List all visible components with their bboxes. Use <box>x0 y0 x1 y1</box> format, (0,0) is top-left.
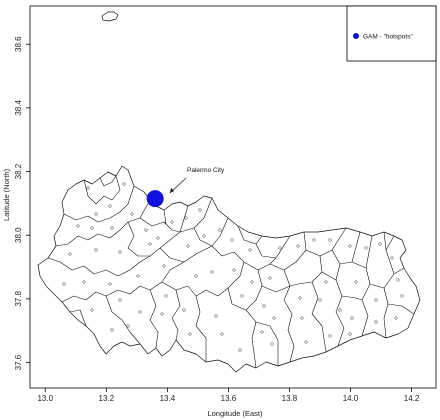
x-tick-label: 13.8 <box>282 394 298 403</box>
centroid-marker <box>164 294 168 298</box>
centroid-marker <box>182 308 186 312</box>
y-tick-label: 38.2 <box>14 163 23 179</box>
centroid-marker <box>110 328 114 332</box>
centroid-marker <box>82 280 86 284</box>
x-axis-title: Longitude (East) <box>207 409 263 418</box>
centroid-marker <box>348 332 352 336</box>
centroid-marker <box>118 298 122 302</box>
centroid-marker <box>214 314 218 318</box>
centroid-marker <box>354 280 358 284</box>
centroid-marker <box>278 246 282 250</box>
centroid-marker <box>130 212 134 216</box>
centroid-marker <box>148 242 152 246</box>
legend-label: GAM - "hotspots" <box>363 34 413 41</box>
x-tick-label: 13.6 <box>221 394 237 403</box>
legend-marker <box>353 33 359 39</box>
centroid-marker <box>296 244 300 248</box>
centroid-marker <box>76 224 80 228</box>
centroid-marker <box>122 182 126 186</box>
centroid-marker <box>394 316 398 320</box>
centroid-marker <box>400 294 404 298</box>
centroid-marker <box>300 316 304 320</box>
centroid-marker <box>396 278 400 282</box>
centroid-marker <box>86 186 90 190</box>
centroid-marker <box>160 312 164 316</box>
centroid-marker <box>108 204 112 208</box>
centroid-marker <box>312 238 316 242</box>
y-tick-label: 38.4 <box>14 100 23 116</box>
centroid-marker <box>126 324 130 328</box>
centroid-marker <box>348 244 352 248</box>
centroid-marker <box>374 298 378 302</box>
y-tick-label: 37.8 <box>14 291 23 307</box>
centroid-marker <box>378 242 382 246</box>
centroid-marker <box>118 250 122 254</box>
centroid-marker <box>218 228 222 232</box>
centroid-marker <box>304 340 308 344</box>
centroid-marker <box>186 244 190 248</box>
y-axis: 37.6 37.8 38.0 38.2 38.4 38.6 <box>14 36 30 370</box>
centroid-marker <box>138 310 142 314</box>
centroid-marker <box>338 308 342 312</box>
centroid-marker <box>90 226 94 230</box>
centroid-marker <box>210 270 214 274</box>
annotation-arrowhead <box>170 188 174 193</box>
centroid-marker <box>238 348 242 352</box>
centroid-marker <box>240 294 244 298</box>
centroid-marker <box>270 342 274 346</box>
centroid-marker <box>170 220 174 224</box>
x-tick-label: 14.0 <box>343 394 359 403</box>
centroid-marker <box>318 298 322 302</box>
y-tick-label: 37.6 <box>14 354 23 370</box>
island-ustica <box>101 11 119 22</box>
centroid-marker <box>110 226 114 230</box>
centroid-marker <box>298 296 302 300</box>
centroid-marker <box>94 212 98 216</box>
map-figure: 13.0 13.2 13.4 13.6 13.8 14.0 14.2 37.6 37.8 38.… <box>2 5 437 418</box>
x-tick-label: 13.4 <box>160 394 176 403</box>
centroid-marker <box>328 238 332 242</box>
centroid-marker <box>250 280 254 284</box>
centroid-marker <box>202 234 206 238</box>
x-axis: 13.0 13.2 13.4 13.6 13.8 14.0 14.2 <box>37 388 420 403</box>
centroid-marker <box>260 330 264 334</box>
centroid-marker <box>144 228 148 232</box>
centroid-marker <box>272 316 276 320</box>
centroid-marker <box>324 280 328 284</box>
centroid-marker <box>184 216 188 220</box>
x-tick-label: 13.0 <box>37 394 53 403</box>
y-axis-title: Latitude (North) <box>2 168 11 221</box>
centroid-marker <box>220 332 224 336</box>
y-tick-label: 38.6 <box>14 36 23 52</box>
centroid-marker <box>156 236 160 240</box>
centroid-marker <box>198 208 202 212</box>
centroid-marker <box>90 308 94 312</box>
centroid-marker <box>390 256 394 260</box>
centroid-marker <box>162 264 166 268</box>
y-tick-label: 38.0 <box>14 227 23 243</box>
centroid-marker <box>188 332 192 336</box>
centroid-marker <box>350 316 354 320</box>
centroid-marker <box>194 274 198 278</box>
centroid-marker <box>62 282 66 286</box>
centroid-marker <box>68 252 72 256</box>
hotspot-marker <box>146 190 164 208</box>
centroid-marker <box>328 334 332 338</box>
x-tick-label: 13.2 <box>99 394 115 403</box>
centroid-marker <box>364 246 368 250</box>
centroid-marker <box>248 248 252 252</box>
centroid-marker <box>268 276 272 280</box>
annotation-label: Palermo City <box>187 167 225 174</box>
centroid-marker <box>108 282 112 286</box>
centroid-marker <box>262 304 266 308</box>
centroid-marker <box>232 268 236 272</box>
centroid-marker <box>374 320 378 324</box>
centroid-marker <box>230 238 234 242</box>
centroid-marker <box>136 274 140 278</box>
x-tick-label: 14.2 <box>404 394 420 403</box>
province-outline <box>37 165 421 373</box>
centroid-marker <box>94 248 98 252</box>
